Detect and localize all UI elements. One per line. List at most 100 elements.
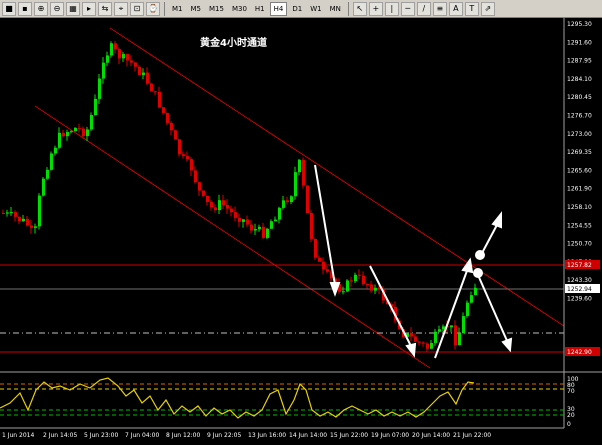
candle-body bbox=[162, 107, 165, 113]
crosshair-icon[interactable]: + bbox=[368, 1, 383, 16]
candle-body bbox=[238, 217, 241, 222]
candle-body bbox=[118, 49, 121, 59]
candle-body bbox=[298, 159, 301, 173]
candle-body bbox=[102, 62, 105, 79]
price-label: 1291.60 bbox=[567, 39, 592, 46]
candle-body bbox=[126, 54, 129, 61]
candle-body bbox=[254, 229, 257, 231]
time-label: 20 Jun 14:00 bbox=[412, 432, 450, 439]
candle-body bbox=[274, 219, 277, 222]
candle-body bbox=[142, 72, 145, 75]
price-label: 1280.45 bbox=[567, 94, 592, 101]
candle-body bbox=[50, 153, 53, 170]
price-label: 1284.10 bbox=[567, 76, 592, 83]
price-chart[interactable]: 黄金4小时通道 1295.30 1291.60 1287.95 1284.10 1280… bbox=[0, 18, 602, 445]
text-icon[interactable]: A bbox=[448, 1, 463, 16]
time-label: 13 Jun 16:00 bbox=[248, 432, 286, 439]
timeframe-m30[interactable]: M30 bbox=[229, 2, 250, 16]
pivot-dot bbox=[475, 250, 485, 260]
candle-body bbox=[54, 147, 57, 154]
tile-windows-icon[interactable]: ▦ bbox=[66, 1, 80, 16]
candle-body bbox=[286, 200, 289, 203]
autoscroll-icon[interactable]: ⇆ bbox=[98, 1, 112, 16]
channel-icon[interactable]: ≡ bbox=[432, 1, 447, 16]
timeframe-w1[interactable]: W1 bbox=[307, 2, 324, 16]
candle-body bbox=[282, 200, 285, 208]
zoom-in-icon[interactable]: ⊕ bbox=[34, 1, 48, 16]
candle-body bbox=[134, 62, 137, 67]
vertical-line-icon[interactable]: | bbox=[384, 1, 399, 16]
time-labels: 1 Jun 2014 2 Jun 14:05 5 Jun 23:00 7 Jun 04… bbox=[2, 432, 491, 439]
candle-body bbox=[230, 208, 233, 213]
candle-body bbox=[442, 326, 445, 330]
chart-title: 黄金4小时通道 bbox=[200, 36, 267, 49]
candle-body bbox=[466, 302, 469, 317]
candle-body bbox=[358, 274, 361, 276]
indicator-pane: 100 80 70 30 20 0 bbox=[0, 376, 579, 428]
candle-body bbox=[206, 195, 209, 203]
candle-body bbox=[110, 43, 113, 56]
candle-body bbox=[234, 212, 237, 218]
arrow-icon[interactable]: ⇗ bbox=[480, 1, 495, 16]
price-label: 1250.70 bbox=[567, 241, 592, 248]
price-label: 1295.30 bbox=[567, 21, 592, 28]
price-label: 1258.10 bbox=[567, 204, 592, 211]
candle-body bbox=[426, 343, 429, 349]
candle-body bbox=[418, 341, 421, 343]
candle-body bbox=[70, 131, 73, 133]
indicator-label-0: 0 bbox=[567, 421, 571, 428]
profiles-icon[interactable]: ▪ bbox=[18, 1, 32, 16]
candle-body bbox=[262, 226, 265, 238]
chart-shift-icon[interactable]: ▸ bbox=[82, 1, 96, 16]
candle-body bbox=[114, 43, 117, 50]
candle-body bbox=[346, 280, 349, 292]
candle-body bbox=[38, 195, 41, 227]
candle-body bbox=[14, 212, 17, 217]
timeframe-h1[interactable]: H1 bbox=[252, 2, 268, 16]
cursor-icon[interactable]: ↖ bbox=[352, 1, 367, 16]
candle-body bbox=[354, 274, 357, 282]
indicator-label-20: 20 bbox=[567, 412, 575, 419]
price-label: 1273.00 bbox=[567, 131, 592, 138]
timeframe-m5[interactable]: M5 bbox=[188, 2, 205, 16]
time-label: 14 Jun 14:00 bbox=[289, 432, 327, 439]
candle-body bbox=[294, 172, 297, 197]
price-label: 1269.35 bbox=[567, 149, 592, 156]
candle-body bbox=[150, 83, 153, 92]
candle-body bbox=[190, 159, 193, 171]
candle-body bbox=[366, 284, 369, 286]
candle-body bbox=[214, 207, 217, 211]
zoom-out-icon[interactable]: ⊖ bbox=[50, 1, 64, 16]
templates-icon[interactable]: ⊡ bbox=[130, 1, 144, 16]
candle-body bbox=[454, 325, 457, 346]
candle-body bbox=[186, 156, 189, 160]
trendline-icon[interactable]: / bbox=[416, 1, 431, 16]
candle-body bbox=[350, 280, 353, 282]
pivot-dot bbox=[473, 268, 483, 278]
candle-body bbox=[66, 132, 69, 137]
candle-body bbox=[218, 200, 221, 211]
candle-body bbox=[410, 332, 413, 337]
candle-body bbox=[26, 218, 29, 226]
timeframe-m1[interactable]: M1 bbox=[169, 2, 186, 16]
new-chart-icon[interactable]: ■ bbox=[2, 1, 16, 16]
candle-body bbox=[302, 159, 305, 186]
indicator-label-70: 70 bbox=[567, 388, 575, 395]
candle-body bbox=[222, 200, 225, 205]
candle-body bbox=[138, 66, 141, 75]
horizontal-line-icon[interactable]: ─ bbox=[400, 1, 415, 16]
candle-body bbox=[422, 342, 425, 344]
time-label: 5 Jun 23:00 bbox=[84, 432, 118, 439]
indicators-icon[interactable]: ⌖ bbox=[114, 1, 128, 16]
label-icon[interactable]: T bbox=[464, 1, 479, 16]
timeframe-m15[interactable]: M15 bbox=[206, 2, 227, 16]
toolbar-separator bbox=[164, 1, 165, 16]
timeframe-d1[interactable]: D1 bbox=[289, 2, 305, 16]
timeframe-mn[interactable]: MN bbox=[327, 2, 344, 16]
candle-body bbox=[74, 127, 77, 132]
candle-body bbox=[58, 132, 61, 148]
timeframe-h4[interactable]: H4 bbox=[269, 1, 288, 16]
candle-body bbox=[10, 212, 13, 214]
periods-icon[interactable]: ⌚ bbox=[146, 1, 160, 16]
candle-body bbox=[194, 170, 197, 183]
